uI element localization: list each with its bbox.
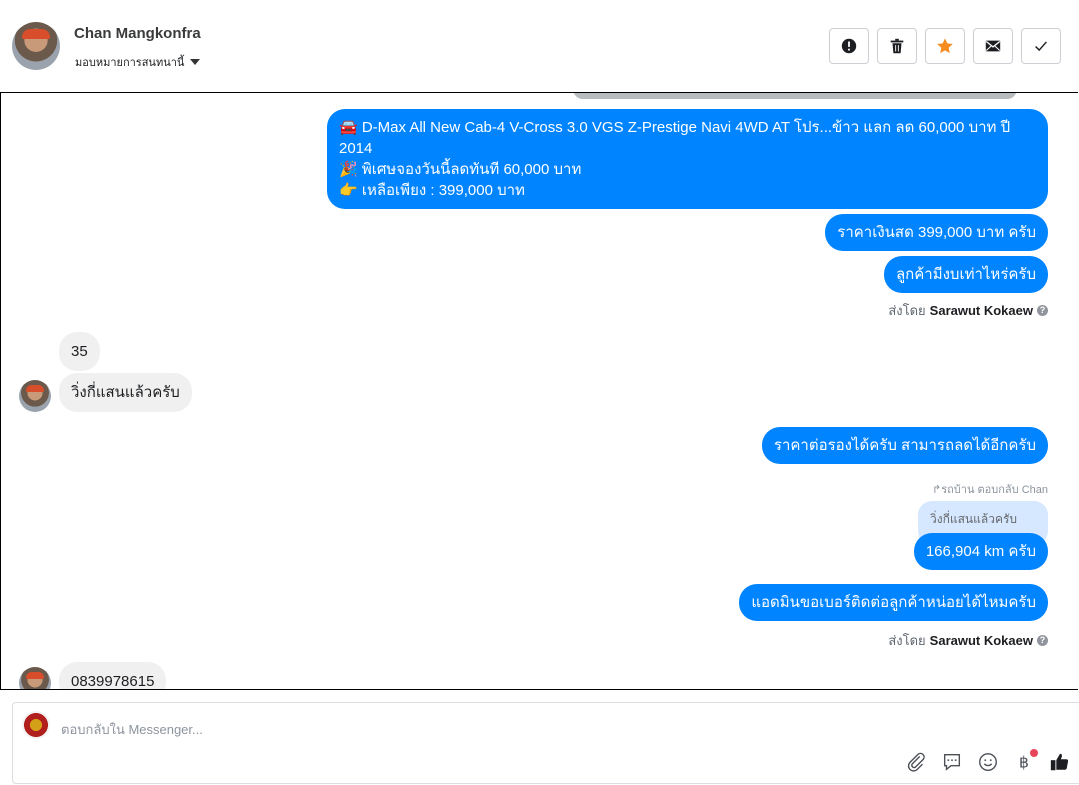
sent-by-prefix: ส่งโดย [888, 303, 926, 318]
delete-button[interactable] [877, 28, 917, 64]
message-text: แอดมินขอเบอร์ติดต่อลูกค้าหน่อยได้ไหมครับ [751, 594, 1036, 611]
previous-image-attachment[interactable] [573, 93, 1017, 99]
contact-avatar-small [19, 667, 51, 689]
message-text: ลูกค้ามีงบเท่าไหร่ครับ [895, 266, 1036, 283]
message-composer: ตอบกลับใน Messenger... ฿ [12, 702, 1079, 784]
outgoing-message[interactable]: ราคาต่อรองได้ครับ สามารถลดได้อีกครับ [761, 427, 1048, 464]
saved-reply-icon [943, 753, 961, 771]
reply-context-label: ↱รถบ้าน ตอบกลับ Chan [932, 484, 1048, 496]
incoming-message[interactable]: 0839978615 [59, 662, 167, 690]
attach-button[interactable] [905, 751, 927, 773]
star-icon [937, 38, 953, 54]
conversation-header: Chan Mangkonfra มอบหมายการสนทนานี้ [0, 0, 1079, 92]
mark-spam-button[interactable] [829, 28, 869, 64]
quoted-text: วิ่งกี่แสนแล้วครับ [930, 512, 1018, 526]
paperclip-icon [907, 752, 925, 772]
page-avatar [22, 711, 50, 739]
mark-done-button[interactable] [1021, 28, 1061, 64]
agent-name: Sarawut Kokaew [929, 633, 1033, 648]
incoming-message[interactable]: 35 [59, 332, 100, 371]
star-button[interactable] [925, 28, 965, 64]
header-actions [829, 28, 1061, 64]
caret-down-icon [190, 59, 201, 65]
notification-dot [1030, 749, 1038, 757]
outgoing-message[interactable]: ราคาเงินสด 399,000 บาท ครับ [825, 214, 1048, 251]
message-thread[interactable]: 🚘 D-Max All New Cab-4 V-Cross 3.0 VGS Z-… [0, 92, 1078, 690]
mark-unread-button[interactable] [973, 28, 1013, 64]
sent-by-label: ส่งโดย Sarawut Kokaew ? [888, 300, 1048, 321]
message-line: 👉 เหลือเพียง : 399,000 บาท [339, 182, 525, 199]
outgoing-message[interactable]: 166,904 km ครับ [913, 533, 1048, 570]
message-line: 🎉 พิเศษจองวันนี้ลดทันที 60,000 บาท [339, 161, 582, 178]
message-text: 35 [71, 343, 88, 360]
svg-text:฿: ฿ [1019, 754, 1029, 772]
emoji-icon [979, 753, 997, 771]
sent-by-prefix: ส่งโดย [888, 633, 926, 648]
contact-avatar[interactable] [12, 22, 60, 70]
envelope-icon [985, 40, 1001, 52]
help-icon[interactable]: ? [1037, 635, 1048, 646]
reply-input[interactable]: ตอบกลับใน Messenger... [61, 719, 203, 740]
payment-button[interactable]: ฿ [1013, 749, 1038, 773]
message-text: ราคาต่อรองได้ครับ สามารถลดได้อีกครับ [773, 437, 1036, 454]
contact-name[interactable]: Chan Mangkonfra [74, 25, 201, 42]
incoming-message[interactable]: วิ่งกี่แสนแล้วครับ [59, 373, 192, 412]
like-button[interactable] [1049, 751, 1071, 773]
help-icon[interactable]: ? [1037, 305, 1048, 316]
message-text: 0839978615 [71, 673, 155, 690]
emoji-button[interactable] [977, 751, 999, 773]
assign-label: มอบหมายการสนทนานี้ [75, 57, 185, 69]
saved-reply-button[interactable] [941, 751, 963, 773]
outgoing-message[interactable]: 🚘 D-Max All New Cab-4 V-Cross 3.0 VGS Z-… [327, 109, 1048, 209]
alert-icon [841, 38, 857, 54]
contact-avatar-small [19, 380, 51, 412]
message-text: 166,904 km ครับ [925, 543, 1036, 560]
check-icon [1035, 41, 1047, 52]
message-text: ราคาเงินสด 399,000 บาท ครับ [837, 224, 1036, 241]
outgoing-message[interactable]: แอดมินขอเบอร์ติดต่อลูกค้าหน่อยได้ไหมครับ [739, 584, 1048, 621]
message-line: 🚘 D-Max All New Cab-4 V-Cross 3.0 VGS Z-… [339, 119, 1011, 157]
composer-tools: ฿ [905, 749, 1071, 773]
sent-by-label: ส่งโดย Sarawut Kokaew ? [888, 630, 1048, 651]
message-text: วิ่งกี่แสนแล้วครับ [71, 384, 180, 401]
assign-conversation-dropdown[interactable]: มอบหมายการสนทนานี้ [75, 53, 201, 71]
agent-name: Sarawut Kokaew [929, 303, 1033, 318]
outgoing-message[interactable]: ลูกค้ามีงบเท่าไหร่ครับ [883, 256, 1048, 293]
trash-icon [890, 38, 904, 54]
like-icon [1050, 753, 1069, 771]
